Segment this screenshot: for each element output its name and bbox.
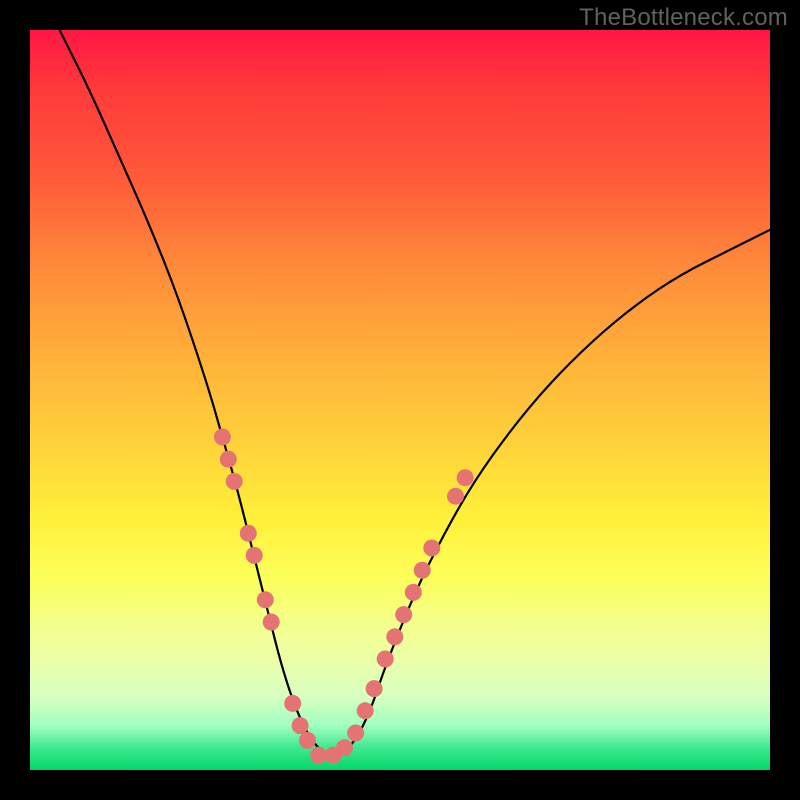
highlight-dot [284,695,301,712]
highlight-dot [357,702,374,719]
highlight-dot [457,469,474,486]
highlight-dot [292,717,309,734]
watermark-text: TheBottleneck.com [579,4,788,32]
highlight-dots-group [214,429,474,764]
chart-frame: TheBottleneck.com [0,0,800,800]
highlight-dot [263,614,280,631]
highlight-dot [386,628,403,645]
highlight-dot [377,651,394,668]
highlight-dot [226,473,243,490]
highlight-dot [395,606,412,623]
plot-area [30,30,770,770]
highlight-dot [240,525,257,542]
highlight-dot [405,584,422,601]
highlight-dot [257,591,274,608]
highlight-dot [299,732,316,749]
highlight-dot [220,451,237,468]
highlight-dot [414,562,431,579]
bottleneck-curve [60,30,770,755]
highlight-dot [310,747,327,764]
highlight-dot [246,547,263,564]
chart-svg [30,30,770,770]
highlight-dot [336,739,353,756]
highlight-dot [366,680,383,697]
highlight-dot [214,429,231,446]
highlight-dot [347,725,364,742]
highlight-dot [447,488,464,505]
highlight-dot [423,540,440,557]
